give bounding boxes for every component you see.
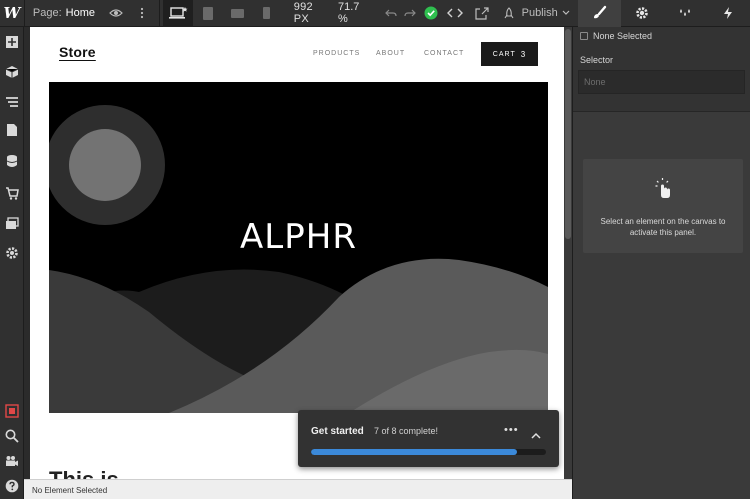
section-heading-partial[interactable]: This is — [49, 467, 119, 479]
add-element-icon[interactable] — [4, 34, 20, 50]
cart-label: CART — [492, 50, 516, 58]
mobile-landscape-breakpoint-icon[interactable] — [222, 0, 252, 27]
stop-recording-icon[interactable] — [4, 403, 20, 419]
status-bar: No Element Selected — [24, 479, 572, 499]
style-panel: None Selected Selector None Select an el… — [572, 27, 750, 499]
get-started-progress-text: 7 of 8 complete! — [374, 426, 439, 436]
search-icon[interactable] — [4, 428, 20, 444]
selector-section: None Selected Selector None — [573, 27, 750, 112]
hero-section[interactable]: ALPHR — [49, 82, 548, 413]
desktop-breakpoint-icon[interactable] — [163, 0, 193, 27]
settings-panel-tab[interactable] — [621, 0, 664, 27]
get-started-title: Get started — [311, 426, 364, 437]
chevron-up-icon[interactable] — [531, 426, 541, 444]
none-selected-label: None Selected — [593, 31, 653, 41]
video-tutorials-icon[interactable] — [4, 453, 20, 469]
left-toolbar — [0, 27, 24, 499]
project-settings-gear-icon[interactable] — [4, 245, 20, 261]
navigator-icon[interactable] — [4, 94, 20, 110]
lightning-icon — [724, 7, 733, 19]
undo-icon[interactable] — [381, 0, 402, 27]
interactions-panel-tab[interactable] — [664, 0, 707, 27]
nav-link-contact[interactable]: CONTACT — [424, 50, 464, 57]
export-icon[interactable] — [469, 0, 496, 27]
checkbox-icon — [580, 32, 588, 40]
webflow-logo[interactable]: W — [0, 0, 25, 27]
site-status-check-icon[interactable] — [419, 0, 442, 27]
nav-link-about[interactable]: ABOUT — [376, 50, 405, 57]
tablet-breakpoint-icon[interactable] — [193, 0, 223, 27]
get-started-progress-bar — [311, 449, 546, 455]
empty-state-message: Select an element on the canvas to activ… — [600, 217, 726, 237]
style-panel-tab[interactable] — [577, 0, 621, 27]
canvas-scrollbar-thumb[interactable] — [565, 29, 571, 239]
site-navbar[interactable]: Store PRODUCTS ABOUT CONTACT CART 3 — [30, 27, 564, 79]
paintbrush-icon — [594, 5, 607, 19]
pointer-click-icon — [655, 178, 670, 198]
cart-button[interactable]: CART 3 — [481, 42, 538, 66]
publish-button[interactable]: Publish — [502, 6, 570, 20]
code-icon[interactable] — [442, 0, 469, 27]
help-icon[interactable] — [4, 478, 20, 494]
webflow-designer: W Page: Home 992 PX 71.7 % Publish Store… — [0, 0, 750, 499]
ecommerce-cart-icon[interactable] — [4, 185, 20, 201]
nav-link-products[interactable]: PRODUCTS — [313, 50, 360, 57]
mobile-portrait-breakpoint-icon[interactable] — [252, 0, 282, 27]
canvas-width-readout[interactable]: 992 PX — [294, 1, 330, 25]
gear-icon — [636, 7, 649, 19]
selector-input[interactable]: None — [578, 70, 745, 94]
brand-link[interactable]: Store — [59, 44, 96, 60]
zoom-readout[interactable]: 71.7 % — [338, 1, 371, 25]
rocket-icon — [504, 6, 514, 18]
get-started-panel[interactable]: Get started 7 of 8 complete! ••• — [298, 410, 559, 467]
selector-label: Selector — [580, 55, 614, 65]
cart-count: 3 — [520, 49, 527, 59]
lightning-panel-tab[interactable] — [707, 0, 750, 27]
pages-icon[interactable] — [4, 122, 20, 138]
more-options-icon[interactable]: ••• — [504, 424, 519, 436]
drops-icon — [680, 9, 691, 16]
chevron-down-icon — [562, 10, 570, 15]
symbols-cube-icon[interactable] — [4, 64, 20, 80]
none-selected-row[interactable]: None Selected — [580, 31, 652, 41]
preview-eye-icon[interactable] — [99, 0, 133, 27]
page-selector[interactable]: Page: Home — [25, 0, 161, 27]
canvas-scrollbar[interactable] — [564, 27, 572, 479]
more-vertical-icon[interactable] — [133, 0, 151, 27]
get-started-progress-fill — [311, 449, 517, 455]
top-toolbar: W Page: Home 992 PX 71.7 % Publish — [0, 0, 750, 27]
publish-label: Publish — [521, 7, 558, 19]
redo-icon[interactable] — [402, 0, 419, 27]
page-selector-value: Home — [65, 7, 96, 19]
assets-images-icon[interactable] — [4, 215, 20, 231]
hero-heading[interactable]: ALPHR — [49, 217, 548, 257]
empty-state-card: Select an element on the canvas to activ… — [583, 159, 743, 253]
page-selector-label: Page: — [32, 7, 62, 19]
cms-database-icon[interactable] — [4, 153, 20, 169]
